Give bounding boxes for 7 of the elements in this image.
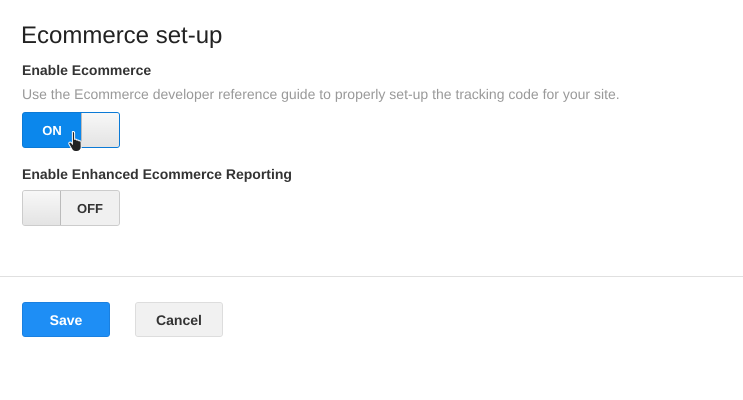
setting-label: Enable Ecommerce [22, 62, 152, 78]
cancel-button[interactable]: Cancel [135, 302, 223, 337]
setting-description: Use the Ecommerce developer reference guide to properly set-up the tracking code for your site. [22, 86, 621, 102]
setting-label: Enable Enhanced Ecommerce Reporting [22, 166, 293, 182]
toggle-switch[interactable]: ON [22, 112, 120, 148]
page-title: Ecommerce set-up [21, 22, 224, 50]
toggle-switch[interactable]: OFF [22, 190, 120, 226]
